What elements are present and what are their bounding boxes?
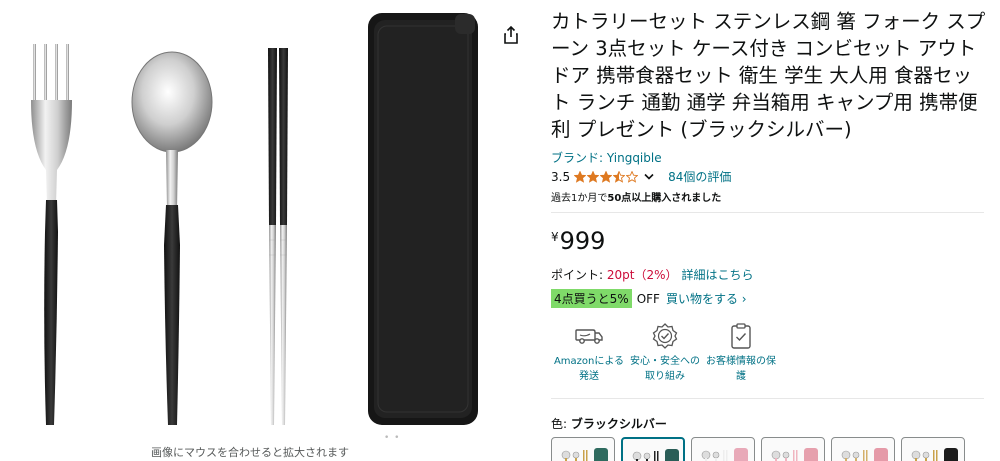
price: ¥ 999 xyxy=(551,227,991,255)
brand-link[interactable]: ブランド: Yingqible xyxy=(551,149,991,166)
product-main-image[interactable] xyxy=(0,0,500,440)
divider xyxy=(551,212,984,213)
points-value: 20pt（2%） xyxy=(606,268,678,282)
color-selector-label: 色: ブラックシルバー xyxy=(551,415,991,432)
feature-label-line2: 取り組み xyxy=(645,371,685,382)
feature-label-line1: Amazonによる xyxy=(553,356,625,367)
star-icon xyxy=(626,170,639,183)
divider xyxy=(551,398,984,399)
color-swatch-black-gold-green[interactable] xyxy=(551,437,615,461)
rating-row: 3.5 84個の評価 xyxy=(551,168,991,185)
price-currency: ¥ xyxy=(551,230,559,244)
carry-case-image xyxy=(368,13,478,425)
fork-image xyxy=(31,44,72,425)
points-details-link[interactable]: 詳細はこちら xyxy=(682,268,754,282)
secure-document-icon xyxy=(731,323,751,349)
zoom-hint: 画像にマウスを合わせると拡大されます xyxy=(151,446,349,459)
product-title: カトラリーセット ステンレス鋼 箸 フォーク スプーン 3点セット ケース付き … xyxy=(551,10,986,141)
color-swatch-black-silver-green[interactable] xyxy=(621,437,685,461)
promotion-row: 4点買うと5% OFF 買い物をする › xyxy=(551,289,991,308)
color-swatch-black-gold-black[interactable] xyxy=(901,437,965,461)
selected-color: ブラックシルバー xyxy=(570,417,667,431)
promotion-badge: 4点買うと5% xyxy=(551,289,632,308)
promotion-off-label: OFF xyxy=(636,291,660,306)
feature-label-line2: 発送 xyxy=(579,371,599,382)
bought-prefix: 過去1か月で xyxy=(551,193,608,204)
chevron-down-icon[interactable] xyxy=(644,173,654,181)
bought-info: 過去1か月で50点以上購入されました xyxy=(551,189,991,204)
points-label: ポイント: xyxy=(551,268,607,282)
image-gallery: • • 画像にマウスを合わせると拡大されます xyxy=(0,0,518,461)
color-swatch-white-silver-pink[interactable] xyxy=(691,437,755,461)
shop-promotion-link[interactable]: 買い物をする › xyxy=(666,290,747,307)
bought-count: 50点以上購入されました xyxy=(607,193,722,204)
spoon-image xyxy=(131,51,213,425)
feature-amazon-shipping[interactable]: Amazonによる 発送 xyxy=(551,320,627,384)
star-rating[interactable] xyxy=(574,170,639,183)
share-icon[interactable] xyxy=(503,25,519,45)
color-label: 色: xyxy=(551,417,571,431)
price-amount: 999 xyxy=(559,227,606,255)
feature-label-line1: 安心・安全への xyxy=(630,356,700,367)
rating-value: 3.5 xyxy=(551,169,571,184)
color-swatch-pink-silver[interactable] xyxy=(761,437,825,461)
feature-safety[interactable]: 安心・安全への 取り組み xyxy=(627,320,703,384)
star-icon xyxy=(574,170,587,183)
image-dots: • • xyxy=(384,433,401,443)
star-icon xyxy=(613,170,626,183)
chopsticks-image xyxy=(268,48,288,425)
star-icon xyxy=(600,170,613,183)
points-info: ポイント: 20pt（2%） 詳細はこちら xyxy=(551,266,991,283)
color-swatches xyxy=(551,437,991,461)
feature-privacy[interactable]: お客様情報の保 護 xyxy=(703,320,779,384)
feature-label-line1: お客様情報の保 xyxy=(706,356,776,367)
color-swatch-white-gold-pink[interactable] xyxy=(831,437,895,461)
product-details: カトラリーセット ステンレス鋼 箸 フォーク スプーン 3点セット ケース付き … xyxy=(551,0,991,461)
review-count-link[interactable]: 84個の評価 xyxy=(668,168,731,185)
safety-badge-icon xyxy=(652,323,678,349)
trust-features: Amazonによる 発送 安心・安全への 取り組み お客様情報の保 護 xyxy=(551,320,851,384)
feature-label-line2: 護 xyxy=(736,371,746,382)
delivery-truck-icon xyxy=(575,329,603,344)
star-icon xyxy=(587,170,600,183)
